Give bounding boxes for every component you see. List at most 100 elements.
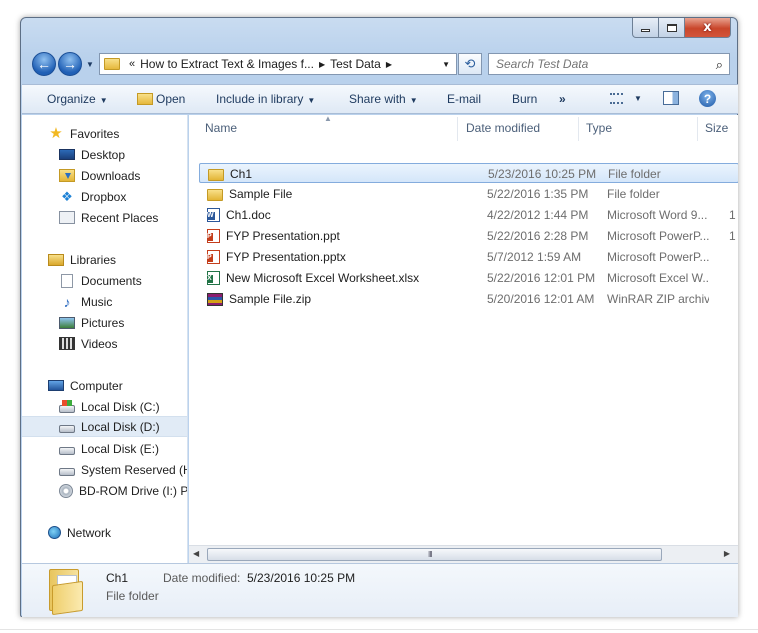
network-icon: [48, 526, 61, 539]
nav-favorites[interactable]: ★ Favorites: [48, 123, 187, 144]
scrollbar-thumb[interactable]: III: [207, 548, 662, 561]
column-header-date-modified[interactable]: Date modified: [466, 121, 540, 135]
nav-item-bd-rom-drive[interactable]: BD-ROM Drive (I:) P:: [59, 480, 188, 501]
nav-item-local-disk-c[interactable]: Local Disk (C:): [59, 396, 187, 417]
email-button[interactable]: E-mail: [447, 92, 481, 106]
change-view-icon[interactable]: [610, 93, 623, 104]
horizontal-scrollbar[interactable]: ◀ III ▶: [189, 545, 738, 563]
nav-item-videos[interactable]: Videos: [59, 333, 187, 354]
nav-label: Network: [67, 525, 112, 540]
breadcrumb-item[interactable]: How to Extract Text & Images f...: [140, 57, 314, 71]
nav-label: Videos: [81, 336, 118, 351]
file-name: Sample File: [207, 187, 457, 201]
nav-label: Dropbox: [81, 189, 127, 204]
organize-label: Organize: [47, 92, 96, 106]
optical-drive-icon: [59, 483, 73, 498]
back-arrow-icon: ←: [37, 56, 51, 72]
folder-icon: [207, 188, 223, 201]
nav-item-pictures[interactable]: Pictures: [59, 312, 187, 333]
recent-pages-dropdown[interactable]: ▼: [86, 60, 94, 69]
file-date: 4/22/2012 1:44 PM: [487, 208, 589, 222]
nav-label: Music: [81, 294, 113, 309]
file-row-excel-worksheet[interactable]: New Microsoft Excel Worksheet.xlsx 5/22/…: [199, 268, 738, 288]
help-icon[interactable]: ?: [699, 90, 716, 107]
breadcrumb-arrow-icon[interactable]: ▶: [386, 60, 392, 69]
file-name-text: FYP Presentation.pptx: [226, 250, 346, 264]
sort-ascending-icon: ▲: [324, 115, 332, 123]
nav-label: BD-ROM Drive (I:) P:: [79, 483, 188, 498]
address-bar[interactable]: « How to Extract Text & Images f... ▶ Te…: [99, 53, 457, 75]
file-date: 5/22/2016 1:35 PM: [487, 187, 589, 201]
file-type: File folder: [607, 187, 660, 201]
search-input[interactable]: [489, 57, 699, 71]
libraries-icon: [48, 253, 64, 266]
file-row-ch1[interactable]: Ch1 5/23/2016 10:25 PM File folder: [199, 163, 738, 183]
preview-pane-icon[interactable]: [663, 91, 679, 105]
nav-item-system-reserved[interactable]: System Reserved (H:: [59, 459, 187, 480]
file-name: New Microsoft Excel Worksheet.xlsx: [207, 271, 457, 285]
nav-computer[interactable]: Computer: [48, 375, 187, 396]
column-divider[interactable]: [697, 117, 698, 141]
nav-item-downloads[interactable]: Downloads: [59, 165, 187, 186]
divider: [0, 629, 758, 630]
view-options-dropdown[interactable]: ▼: [634, 94, 642, 103]
back-button[interactable]: ←: [32, 52, 56, 76]
breadcrumb-arrow-icon[interactable]: ▶: [319, 60, 325, 69]
nav-label: Local Disk (D:): [81, 419, 160, 434]
file-row-ch1-doc[interactable]: Ch1.doc 4/22/2012 1:44 PM Microsoft Word…: [199, 205, 738, 225]
scroll-right-arrow-icon[interactable]: ▶: [724, 549, 730, 558]
nav-label: Local Disk (E:): [81, 441, 160, 456]
refresh-button[interactable]: ⟲: [458, 53, 482, 75]
column-header-type[interactable]: Type: [586, 121, 612, 135]
nav-label: Desktop: [81, 147, 126, 162]
nav-item-recent-places[interactable]: Recent Places: [59, 207, 187, 228]
file-type: Microsoft PowerP...: [607, 229, 709, 243]
address-overflow-button[interactable]: «: [129, 58, 135, 70]
chevron-down-icon: ▼: [409, 96, 418, 105]
file-type: WinRAR ZIP archive: [607, 292, 709, 306]
column-divider[interactable]: [578, 117, 579, 141]
details-date-value: 5/23/2016 10:25 PM: [247, 571, 356, 585]
search-icon[interactable]: ⌕: [716, 57, 723, 73]
file-row-sample-zip[interactable]: Sample File.zip 5/20/2016 12:01 AM WinRA…: [199, 289, 738, 309]
burn-button[interactable]: Burn: [512, 92, 537, 106]
file-name-text: Ch1.doc: [226, 208, 271, 222]
forward-button[interactable]: →: [58, 52, 82, 76]
organize-button[interactable]: Organize ▼: [47, 92, 108, 106]
desktop-icon: [59, 149, 75, 160]
navigation-pane: ★ Favorites Desktop Downloads ❖ Dropbox Re…: [22, 115, 188, 563]
file-type: Microsoft Excel W...: [607, 271, 709, 285]
maximize-button[interactable]: [659, 18, 685, 38]
column-header-name[interactable]: Name: [205, 121, 237, 135]
file-date: 5/20/2016 12:01 AM: [487, 292, 595, 306]
more-commands-button[interactable]: »: [559, 92, 566, 106]
address-history-dropdown[interactable]: ▼: [442, 60, 450, 69]
close-button[interactable]: x: [685, 18, 731, 38]
file-row-fyp-pptx[interactable]: FYP Presentation.pptx 5/7/2012 1:59 AM M…: [199, 247, 738, 267]
include-in-library-button[interactable]: Include in library ▼: [216, 92, 315, 106]
nav-item-dropbox[interactable]: ❖ Dropbox: [59, 186, 187, 207]
excel-icon: [207, 271, 220, 285]
open-button[interactable]: Open: [137, 92, 185, 106]
file-date: 5/7/2012 1:59 AM: [487, 250, 582, 264]
file-name-text: New Microsoft Excel Worksheet.xlsx: [226, 271, 420, 285]
share-with-button[interactable]: Share with ▼: [349, 92, 418, 106]
column-header-size[interactable]: Size: [705, 121, 728, 135]
file-row-fyp-ppt[interactable]: FYP Presentation.ppt 5/22/2016 2:28 PM M…: [199, 226, 738, 246]
scroll-left-arrow-icon[interactable]: ◀: [193, 549, 199, 558]
nav-item-music[interactable]: ♪ Music: [59, 291, 187, 312]
nav-item-local-disk-d[interactable]: Local Disk (D:): [22, 416, 187, 437]
minimize-button[interactable]: [632, 18, 659, 38]
column-divider[interactable]: [457, 117, 458, 141]
pictures-icon: [59, 316, 75, 329]
file-name-text: Sample File: [229, 187, 293, 201]
nav-network[interactable]: Network: [48, 522, 187, 543]
nav-item-desktop[interactable]: Desktop: [59, 144, 187, 165]
breadcrumb-item[interactable]: Test Data: [330, 57, 381, 71]
nav-item-local-disk-e[interactable]: Local Disk (E:): [59, 438, 187, 459]
file-row-sample-file[interactable]: Sample File 5/22/2016 1:35 PM File folde…: [199, 184, 738, 204]
nav-libraries[interactable]: Libraries: [48, 249, 187, 270]
nav-item-documents[interactable]: Documents: [59, 270, 187, 291]
winrar-archive-icon: [207, 292, 223, 306]
chevron-down-icon: ▼: [99, 96, 108, 105]
